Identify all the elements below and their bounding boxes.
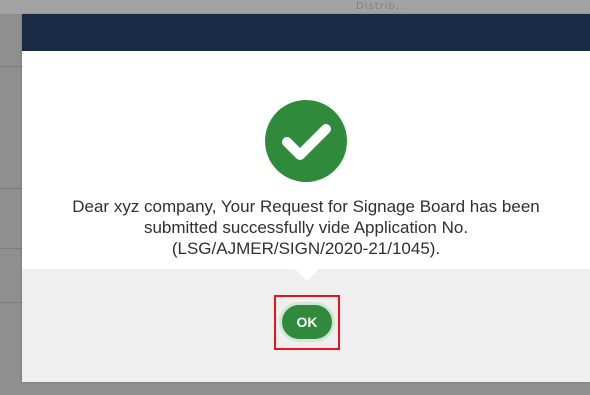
background-divider — [0, 248, 24, 249]
dialog-body: Dear xyz company, Your Request for Signa… — [22, 51, 590, 269]
background-divider — [0, 66, 24, 67]
dialog-header — [22, 14, 590, 51]
page: Distrib... Dear xyz company, Your Reques… — [0, 0, 590, 395]
ok-button[interactable]: OK — [279, 302, 335, 342]
background-divider — [0, 302, 24, 303]
success-dialog: Dear xyz company, Your Request for Signa… — [22, 14, 590, 382]
dialog-footer: OK — [22, 269, 590, 382]
footer-notch — [295, 269, 319, 281]
check-circle-icon — [265, 100, 347, 182]
message-line: submitted successfully vide Application … — [143, 218, 469, 237]
message-line: (LSG/AJMER/SIGN/2020-21/1045). — [171, 239, 441, 258]
background-page-strip: Distrib... — [0, 0, 590, 14]
success-message: Dear xyz company, Your Request for Signa… — [32, 196, 580, 259]
message-line: Dear xyz company, Your Request for Signa… — [72, 197, 540, 216]
background-text: Distrib... — [356, 1, 409, 12]
background-divider — [0, 188, 24, 189]
